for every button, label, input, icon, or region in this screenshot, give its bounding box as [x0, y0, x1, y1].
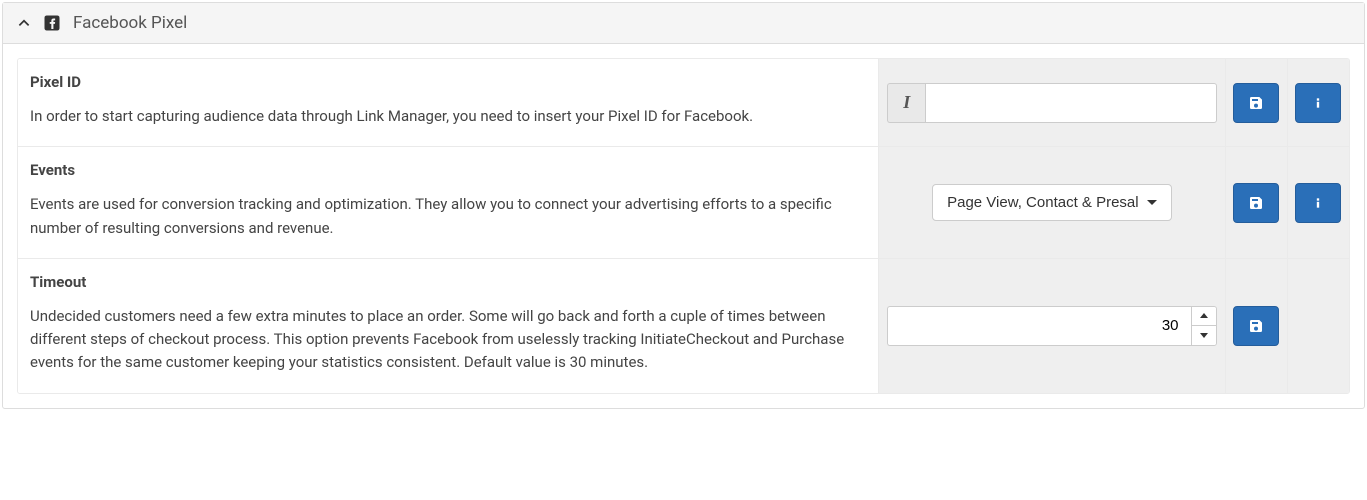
timeout-spinner	[887, 306, 1216, 346]
timeout-save-cell	[1225, 259, 1287, 393]
caret-down-icon	[1200, 333, 1208, 338]
panel-body: Pixel ID In order to start capturing aud…	[3, 44, 1364, 408]
italic-icon: I	[887, 83, 925, 123]
settings-table: Pixel ID In order to start capturing aud…	[17, 58, 1350, 394]
timeout-help: Undecided customers need a few extra min…	[30, 305, 860, 375]
pixel-id-control-cell: I	[878, 59, 1224, 147]
events-info-cell	[1287, 147, 1349, 259]
panel-header: Facebook Pixel	[3, 3, 1364, 44]
caret-up-icon	[1200, 313, 1208, 318]
facebook-pixel-panel: Facebook Pixel Pixel ID In order to star…	[2, 2, 1365, 409]
info-button[interactable]	[1295, 183, 1341, 223]
events-save-cell	[1225, 147, 1287, 259]
timeout-info-cell	[1287, 259, 1349, 393]
events-help: Events are used for conversion tracking …	[30, 193, 860, 240]
timeout-stepper	[1191, 306, 1217, 346]
caret-down-icon	[1147, 200, 1157, 205]
timeout-control-cell	[878, 259, 1224, 393]
pixel-id-description: Pixel ID In order to start capturing aud…	[18, 59, 878, 147]
save-button[interactable]	[1233, 83, 1279, 123]
events-description: Events Events are used for conversion tr…	[18, 147, 878, 259]
info-icon	[1311, 96, 1325, 110]
pixel-id-input[interactable]	[925, 83, 1216, 123]
timeout-input[interactable]	[887, 306, 1190, 346]
row-timeout: Timeout Undecided customers need a few e…	[18, 259, 1349, 393]
timeout-step-up[interactable]	[1192, 307, 1216, 327]
events-dropdown[interactable]: Page View, Contact & Presal	[932, 184, 1172, 221]
panel-title: Facebook Pixel	[73, 13, 187, 33]
save-icon	[1248, 195, 1264, 211]
timeout-label: Timeout	[30, 273, 860, 291]
row-events: Events Events are used for conversion tr…	[18, 147, 1349, 259]
row-pixel-id: Pixel ID In order to start capturing aud…	[18, 59, 1349, 147]
pixel-id-label: Pixel ID	[30, 73, 860, 91]
events-control-cell: Page View, Contact & Presal	[878, 147, 1224, 259]
events-dropdown-label: Page View, Contact & Presal	[947, 194, 1139, 211]
timeout-step-down[interactable]	[1192, 326, 1216, 345]
pixel-id-help: In order to start capturing audience dat…	[30, 105, 860, 128]
facebook-icon	[43, 14, 61, 32]
save-icon	[1248, 95, 1264, 111]
pixel-id-info-cell	[1287, 59, 1349, 147]
save-button[interactable]	[1233, 183, 1279, 223]
pixel-id-save-cell	[1225, 59, 1287, 147]
info-icon	[1311, 196, 1325, 210]
timeout-description: Timeout Undecided customers need a few e…	[18, 259, 878, 393]
events-label: Events	[30, 161, 860, 179]
chevron-up-icon[interactable]	[17, 16, 31, 30]
info-button[interactable]	[1295, 83, 1341, 123]
save-icon	[1248, 318, 1264, 334]
save-button[interactable]	[1233, 306, 1279, 346]
pixel-id-input-group: I	[887, 83, 1216, 123]
